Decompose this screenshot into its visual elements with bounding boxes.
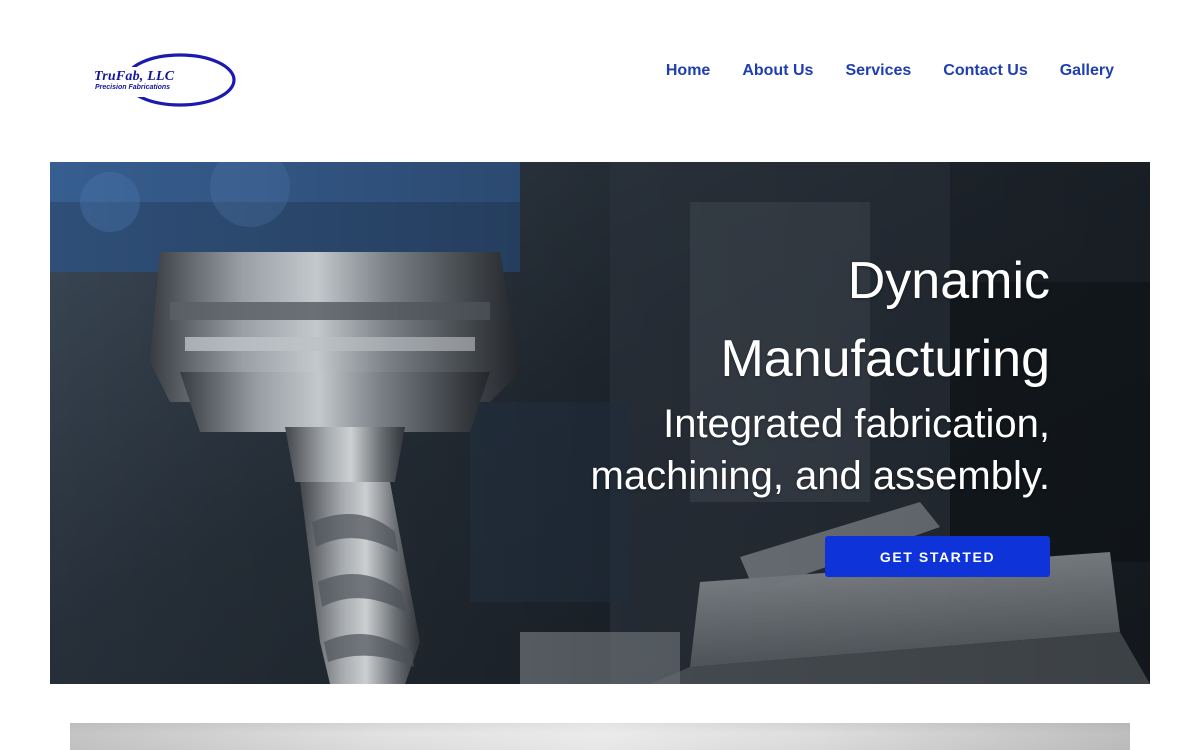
hero-subtitle-line-2: machining, and assembly. (590, 454, 1051, 498)
nav-item-services[interactable]: Services (845, 60, 911, 82)
hero-title: Dynamic Manufacturing (450, 242, 1050, 398)
brand-name: TruFab, LLC (94, 69, 175, 84)
hero-subtitle-line-1: Integrated fabrication, (663, 402, 1050, 446)
nav-item-contact-us[interactable]: Contact Us (943, 60, 1027, 82)
hero-title-line-1: Dynamic (847, 252, 1050, 310)
nav-item-about-us[interactable]: About Us (742, 60, 813, 82)
brand-logo[interactable]: TruFab, LLC Precision Fabrications (92, 52, 238, 110)
next-section-image-strip (70, 723, 1130, 750)
hero-title-line-2: Manufacturing (720, 330, 1050, 388)
get-started-button[interactable]: GET STARTED (825, 536, 1050, 577)
page: TruFab, LLC Precision Fabrications Home … (0, 0, 1200, 750)
main-nav: Home About Us Services Contact Us Galler… (666, 60, 1114, 82)
brand-tagline: Precision Fabrications (95, 84, 171, 91)
hero-subtitle: Integrated fabrication, machining, and a… (450, 398, 1051, 502)
nav-item-gallery[interactable]: Gallery (1060, 60, 1114, 82)
nav-item-home[interactable]: Home (666, 60, 710, 82)
hero-text-block: Dynamic Manufacturing Integrated fabrica… (450, 242, 1051, 502)
site-header: TruFab, LLC Precision Fabrications Home … (0, 0, 1200, 162)
hero-banner: Dynamic Manufacturing Integrated fabrica… (50, 162, 1150, 684)
